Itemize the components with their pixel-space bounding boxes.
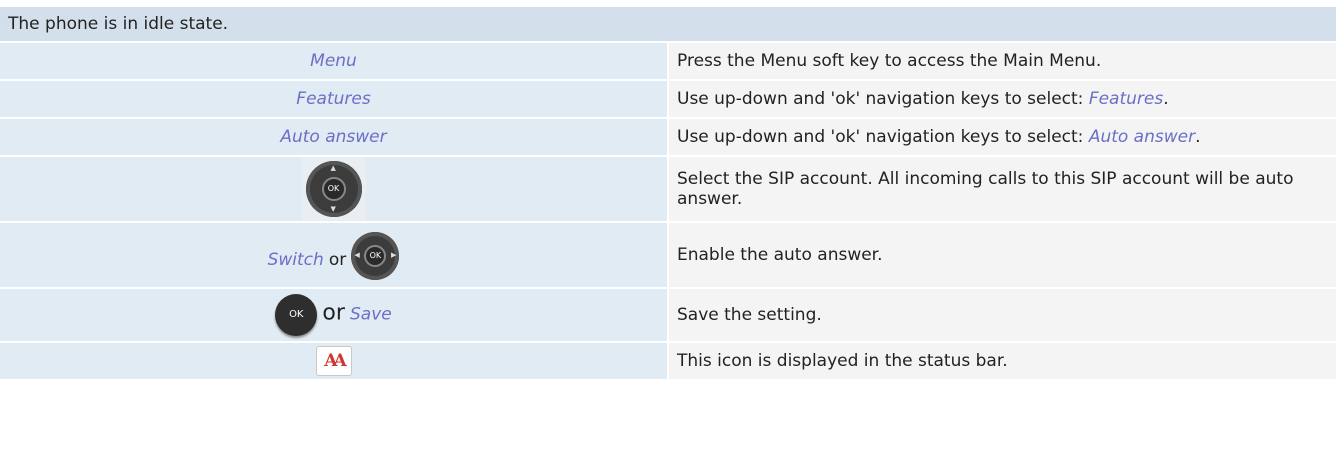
navigation-key-icon: ◀ ▶ OK — [351, 232, 400, 280]
step-instruction: This icon is displayed in the status bar… — [668, 342, 1336, 381]
switch-soft-key-label: Switch — [267, 250, 324, 270]
or-connector: or — [328, 250, 347, 270]
step-key-cell: AA — [0, 342, 669, 381]
table-row: Auto answer Use up-down and 'ok' navigat… — [0, 118, 1336, 157]
menu-soft-key-label: Menu — [310, 51, 357, 71]
ok-key-icon: OK — [275, 294, 318, 336]
instruction-keyword: Auto answer — [1088, 127, 1196, 147]
table-row: Features Use up-down and 'ok' navigation… — [0, 80, 1336, 119]
table-header-row: The phone is in idle state. — [0, 7, 1336, 43]
table-row: OK or Save Save the setting. — [0, 288, 1336, 343]
procedure-table: The phone is in idle state. Menu Press t… — [0, 7, 1336, 381]
step-key-cell: ▲ ▼ OK — [0, 156, 669, 223]
table-row: AA This icon is displayed in the status … — [0, 342, 1336, 381]
step-key-cell: Menu — [0, 42, 669, 81]
auto-answer-status-icon: AA — [315, 346, 352, 376]
or-connector: or — [322, 300, 345, 326]
instruction-text: Use up-down and 'ok' navigation keys to … — [677, 127, 1089, 147]
features-menu-label: Features — [296, 89, 371, 109]
step-instruction: Enable the auto answer. — [668, 222, 1336, 289]
step-instruction: Save the setting. — [668, 288, 1336, 343]
step-instruction: Press the Menu soft key to access the Ma… — [668, 42, 1336, 81]
auto-answer-menu-label: Auto answer — [280, 127, 387, 147]
save-soft-key-label: Save — [349, 304, 392, 325]
table-row: Menu Press the Menu soft key to access t… — [0, 42, 1336, 81]
navigation-key-icon: ▲ ▼ OK — [301, 157, 366, 221]
ok-label: OK — [321, 177, 346, 201]
step-key-cell: Auto answer — [0, 118, 669, 157]
table-row: Switch or ◀ ▶ OK Enable the auto answer. — [0, 222, 1336, 289]
step-instruction: Select the SIP account. All incoming cal… — [668, 156, 1336, 223]
table-header: The phone is in idle state. — [0, 7, 1336, 43]
instruction-suffix: . — [1163, 89, 1169, 109]
table-row: ▲ ▼ OK Select the SIP account. All incom… — [0, 156, 1336, 223]
instruction-suffix: . — [1195, 127, 1201, 147]
step-key-cell: Features — [0, 80, 669, 119]
step-instruction: Use up-down and 'ok' navigation keys to … — [668, 80, 1336, 119]
instruction-keyword: Features — [1088, 89, 1164, 109]
instruction-text: Use up-down and 'ok' navigation keys to … — [677, 89, 1089, 109]
step-key-cell: Switch or ◀ ▶ OK — [0, 222, 669, 289]
step-instruction: Use up-down and 'ok' navigation keys to … — [668, 118, 1336, 157]
step-key-cell: OK or Save — [0, 288, 669, 343]
ok-label: OK — [364, 245, 387, 267]
